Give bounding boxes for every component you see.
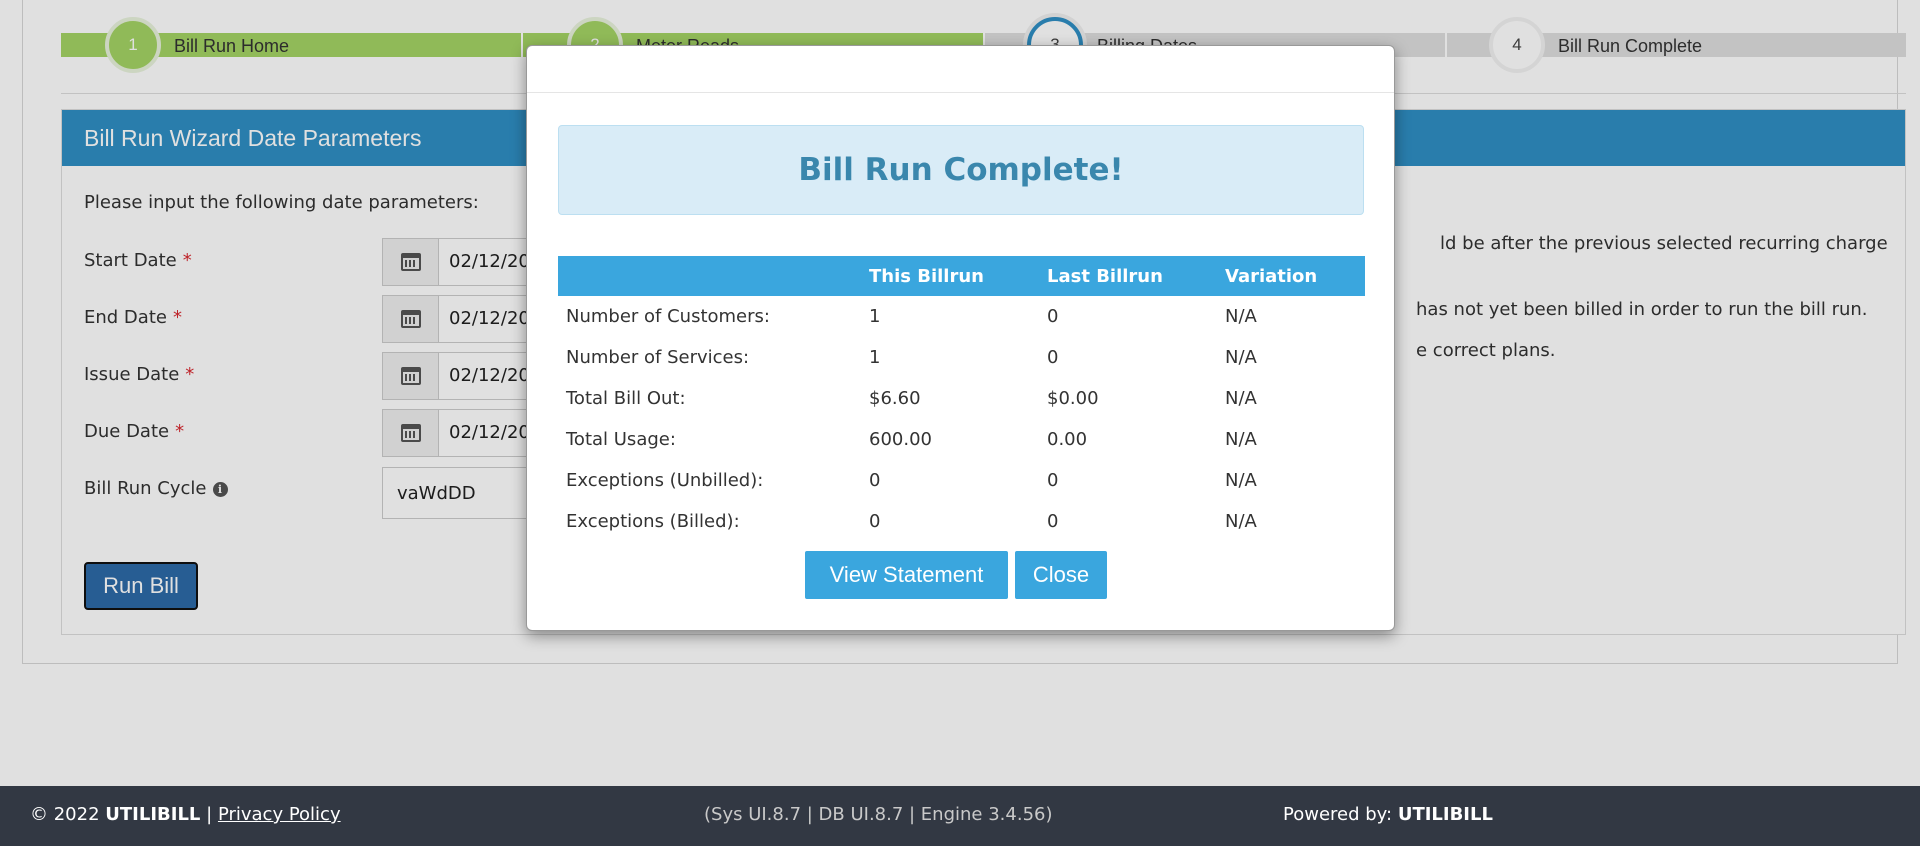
column-header: This Billrun (861, 256, 1039, 296)
table-cell: 0 (869, 470, 881, 491)
table-cell: 0 (1047, 470, 1059, 491)
close-button[interactable]: Close (1015, 551, 1107, 599)
table-cell: N/A (1225, 470, 1257, 491)
table-row: Exceptions (Billed): 0 0 N/A (558, 501, 1365, 542)
privacy-policy-link[interactable]: Privacy Policy (218, 804, 341, 825)
table-row: Total Bill Out: $6.60 $0.00 N/A (558, 378, 1365, 419)
footer: © 2022 UTILIBILL | Privacy Policy (Sys U… (0, 786, 1920, 846)
table-cell: 600.00 (869, 429, 932, 450)
summary-table: This Billrun Last Billrun Variation Numb… (558, 256, 1365, 542)
table-row: Exceptions (Unbilled): 0 0 N/A (558, 460, 1365, 501)
table-cell: Total Usage: (566, 429, 676, 450)
table-cell: 1 (869, 347, 881, 368)
column-header: Last Billrun (1039, 256, 1217, 296)
footer-powered-by: Powered by: UTILIBILL (1283, 804, 1493, 825)
table-cell: $0.00 (1047, 388, 1099, 409)
table-cell: N/A (1225, 306, 1257, 327)
table-cell: $6.60 (869, 388, 921, 409)
footer-version: (Sys UI.8.7 | DB UI.8.7 | Engine 3.4.56) (704, 804, 1053, 825)
table-row: Number of Services: 1 0 N/A (558, 337, 1365, 378)
view-statement-button[interactable]: View Statement (805, 551, 1008, 599)
table-cell: 0 (1047, 306, 1059, 327)
column-header (558, 256, 861, 296)
table-cell: Total Bill Out: (566, 388, 686, 409)
table-cell: 0.00 (1047, 429, 1088, 450)
table-cell: N/A (1225, 347, 1257, 368)
table-cell: Exceptions (Unbilled): (566, 470, 764, 491)
table-cell: N/A (1225, 429, 1257, 450)
column-header: Variation (1217, 256, 1365, 296)
table-cell: 1 (869, 306, 881, 327)
table-header-row: This Billrun Last Billrun Variation (558, 256, 1365, 296)
table-cell: 0 (1047, 347, 1059, 368)
table-cell: Number of Services: (566, 347, 750, 368)
table-cell: 0 (869, 511, 881, 532)
table-cell: N/A (1225, 511, 1257, 532)
modal-header-divider (527, 92, 1394, 93)
table-cell: Number of Customers: (566, 306, 770, 327)
footer-copyright: © 2022 UTILIBILL | Privacy Policy (30, 804, 341, 825)
table-row: Number of Customers: 1 0 N/A (558, 296, 1365, 337)
modal-heading: Bill Run Complete! (558, 125, 1364, 215)
table-cell: N/A (1225, 388, 1257, 409)
bill-run-complete-modal: Bill Run Complete! This Billrun Last Bil… (526, 45, 1395, 631)
table-cell: 0 (1047, 511, 1059, 532)
table-row: Total Usage: 600.00 0.00 N/A (558, 419, 1365, 460)
table-cell: Exceptions (Billed): (566, 511, 740, 532)
